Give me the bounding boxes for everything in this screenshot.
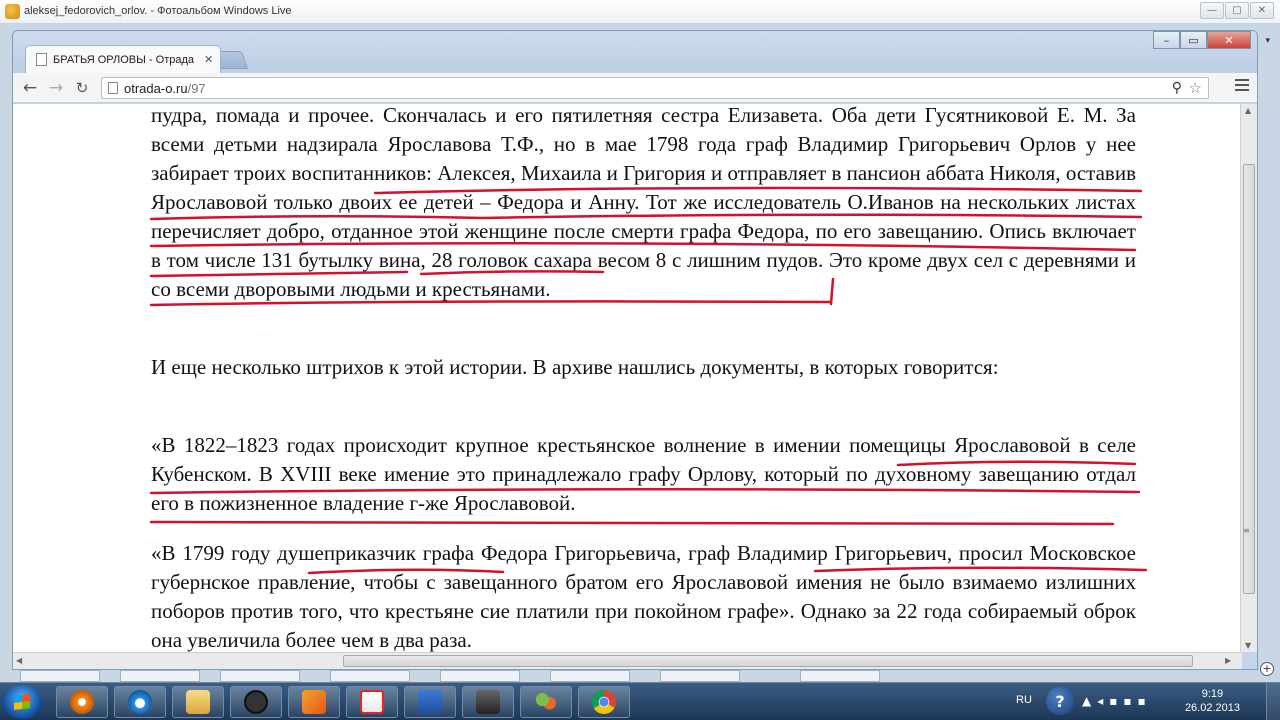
media-player-icon [70,690,94,714]
page-viewport: пудра, помада и прочее. Скончалась и его… [13,104,1242,652]
people-icon [534,690,558,714]
clock-time: 9:19 [1201,688,1224,700]
horizontal-scrollbar[interactable]: ◀ ▶ [13,652,1242,669]
taskbar-chrome[interactable] [578,686,630,718]
thumbnail[interactable] [120,670,200,682]
language-indicator[interactable]: RU [1016,694,1032,706]
scroll-up-icon[interactable]: ▲ [1245,106,1251,115]
outer-window-controls: — ▢ ✕ [1200,2,1274,19]
zoom-in-icon[interactable]: + [1260,662,1274,676]
browser-window: – ▭ ✕ БРАТЬЯ ОРЛОВЫ - Отрадa ✕ ← → ↻ otr… [12,30,1258,670]
thumbnail[interactable] [330,670,410,682]
taskbar-people[interactable] [520,686,572,718]
taskbar-explorer[interactable] [172,686,224,718]
gallery-thumbnail-strip [0,670,1280,682]
underline [149,520,1115,526]
vertical-scrollbar[interactable]: ▲ ≡ ▼ [1240,104,1257,652]
page-favicon-icon [36,53,47,66]
paragraph-2: И еще несколько штрихов к этой истории. … [151,355,999,379]
thumbnail[interactable] [220,670,300,682]
start-button[interactable] [2,685,42,719]
paragraph-1: пудра, помада и прочее. Скончалась и его… [151,104,1136,301]
browser-maximize-icon[interactable]: ▭ [1180,31,1207,49]
horizontal-scroll-thumb[interactable] [343,655,1193,667]
outer-window-titlebar: aleksej_fedorovich_orlov. - Фотоальбом W… [0,0,1280,24]
tab-title: БРАТЬЯ ОРЛОВЫ - Отрадa [53,53,195,66]
chrome-icon [592,690,616,714]
thumbnail[interactable] [440,670,520,682]
scroll-right-icon[interactable]: ▶ [1225,656,1231,665]
paragraph-3: «В 1822–1823 годах происходит крупное кр… [151,433,1136,515]
system-tray: RU ? ▲◂▪▪▪ 9:19 26.02.2013 [1010,683,1280,720]
folder-icon [186,690,210,714]
outer-window-title: aleksej_fedorovich_orlov. - Фотоальбом W… [24,5,292,17]
browser-minimize-icon[interactable]: – [1153,31,1180,49]
taskbar: RU ? ▲◂▪▪▪ 9:19 26.02.2013 [0,682,1280,720]
taskbar-hp[interactable] [230,686,282,718]
hp-icon [244,690,268,714]
app-orange-icon [302,690,326,714]
yandex-icon [360,690,384,714]
tab-close-icon[interactable]: ✕ [204,53,213,66]
forward-arrow-icon[interactable]: → [45,77,67,99]
page-icon [108,82,118,94]
taskbar-app-orange[interactable] [288,686,340,718]
taskbar-word[interactable] [404,686,456,718]
word-icon [418,690,442,714]
paragraph-4: «В 1799 году душеприказчик графа Федора … [151,541,1136,652]
outer-close-icon[interactable]: ✕ [1250,2,1274,19]
browser-close-icon[interactable]: ✕ [1207,31,1251,49]
clock[interactable]: 9:19 26.02.2013 [1185,687,1240,715]
taskbar-media-player[interactable] [56,686,108,718]
tab-active[interactable]: БРАТЬЯ ОРЛОВЫ - Отрадa ✕ [25,45,221,73]
thumbnail[interactable] [800,670,880,682]
thumbnail[interactable] [660,670,740,682]
thumbnail[interactable] [550,670,630,682]
reload-icon[interactable]: ↻ [71,77,93,99]
internet-explorer-icon [128,690,152,714]
thumbnail[interactable] [20,670,100,682]
zoom-magnifier-icon[interactable]: ⚲ [1172,80,1182,96]
browser-window-controls: – ▭ ✕ [1153,31,1251,49]
taskbar-film[interactable] [462,686,514,718]
outer-minimize-icon[interactable]: — [1200,2,1224,19]
scroll-left-icon[interactable]: ◀ [16,656,22,665]
url-text[interactable]: otrada-o.ru/97 [124,81,206,96]
outer-maximize-icon[interactable]: ▢ [1225,2,1249,19]
scroll-grip-icon: ≡ [1243,526,1250,535]
clock-date: 26.02.2013 [1184,702,1240,714]
address-bar[interactable]: otrada-o.ru/97 ⚲ ☆ [101,77,1209,99]
bookmark-star-icon[interactable]: ☆ [1189,79,1202,97]
taskbar-internet-explorer[interactable] [114,686,166,718]
help-dropdown-icon[interactable]: ▾ [1265,36,1270,46]
tray-status-icons[interactable]: ▲◂▪▪▪ [1082,694,1152,708]
chrome-menu-icon[interactable] [1235,79,1249,93]
tray-help-icon[interactable]: ? [1046,687,1074,715]
film-icon [476,690,500,714]
show-desktop-button[interactable] [1266,683,1280,720]
photo-gallery-icon [5,4,20,19]
browser-tabstrip: – ▭ ✕ БРАТЬЯ ОРЛОВЫ - Отрадa ✕ [13,31,1257,73]
back-arrow-icon[interactable]: ← [19,77,41,99]
browser-toolbar: ← → ↻ otrada-o.ru/97 ⚲ ☆ [13,73,1257,103]
taskbar-yandex[interactable] [346,686,398,718]
scroll-down-icon[interactable]: ▼ [1245,641,1251,650]
